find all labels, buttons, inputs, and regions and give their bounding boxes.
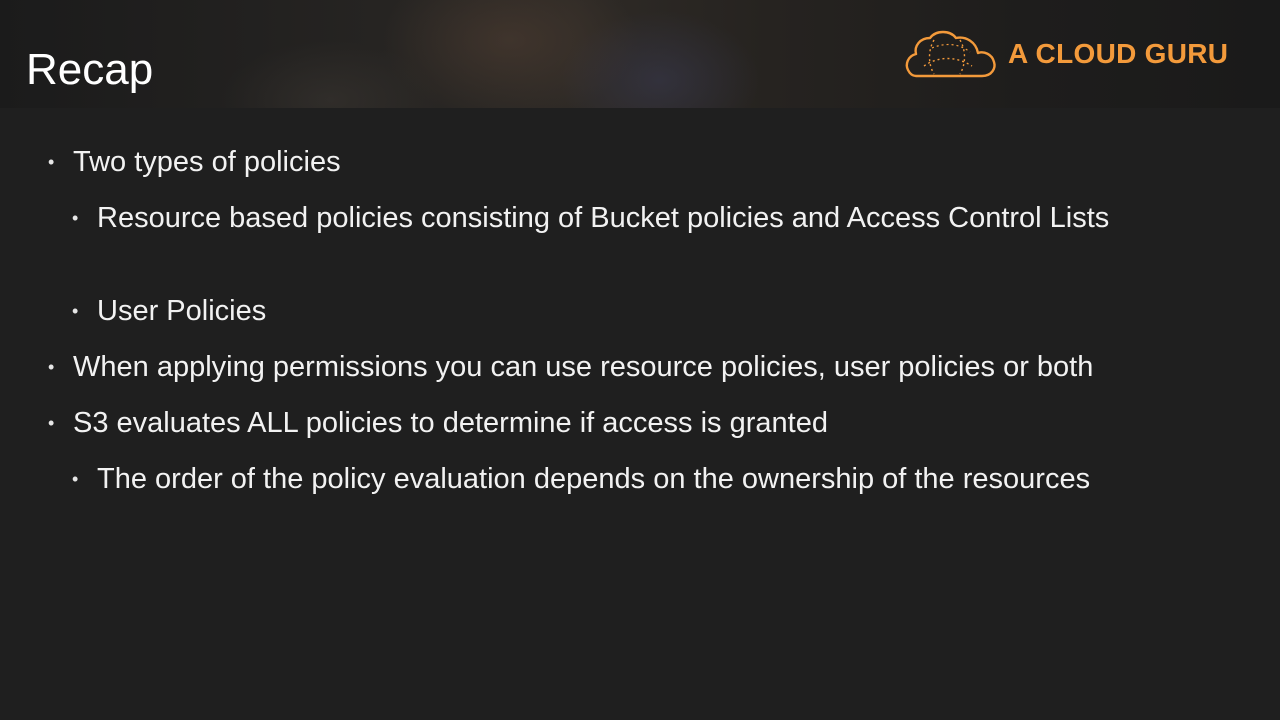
brand-logo: A CLOUD GURU bbox=[902, 26, 1228, 82]
bullet-item: • Resource based policies consisting of … bbox=[72, 200, 1177, 237]
bullet-dot: • bbox=[48, 152, 55, 172]
brand-name: A CLOUD GURU bbox=[1008, 38, 1229, 69]
cloud-logo-icon bbox=[905, 30, 996, 78]
bullet-dot: • bbox=[72, 469, 79, 489]
bullet-item: • The order of the policy evaluation dep… bbox=[72, 461, 1177, 498]
bullet-dot: • bbox=[72, 301, 79, 321]
bullet-text: Resource based policies consisting of Bu… bbox=[97, 202, 1110, 234]
bullet-dot: • bbox=[48, 413, 55, 433]
slide-title: Recap bbox=[26, 45, 154, 94]
bullet-item: • Two types of policies bbox=[48, 144, 1233, 181]
bullet-text: Two types of policies bbox=[73, 146, 341, 178]
slide-body: • Two types of policies • Resource based… bbox=[0, 108, 1280, 720]
bullet-item: • S3 evaluates ALL policies to determine… bbox=[48, 405, 1233, 442]
bullet-dot: • bbox=[48, 357, 55, 377]
bullet-dot: • bbox=[72, 208, 79, 228]
bullet-item: • User Policies bbox=[72, 293, 1177, 330]
bullet-text: S3 evaluates ALL policies to determine i… bbox=[73, 407, 828, 439]
bullet-text: User Policies bbox=[97, 295, 267, 327]
header-background-photo bbox=[560, 10, 760, 108]
bullet-text: The order of the policy evaluation depen… bbox=[97, 463, 1091, 495]
bullet-item: • When applying permissions you can use … bbox=[48, 349, 1233, 386]
slide-header: Recap A CLOUD GURU bbox=[0, 0, 1280, 108]
bullet-text: When applying permissions you can use re… bbox=[73, 351, 1094, 383]
